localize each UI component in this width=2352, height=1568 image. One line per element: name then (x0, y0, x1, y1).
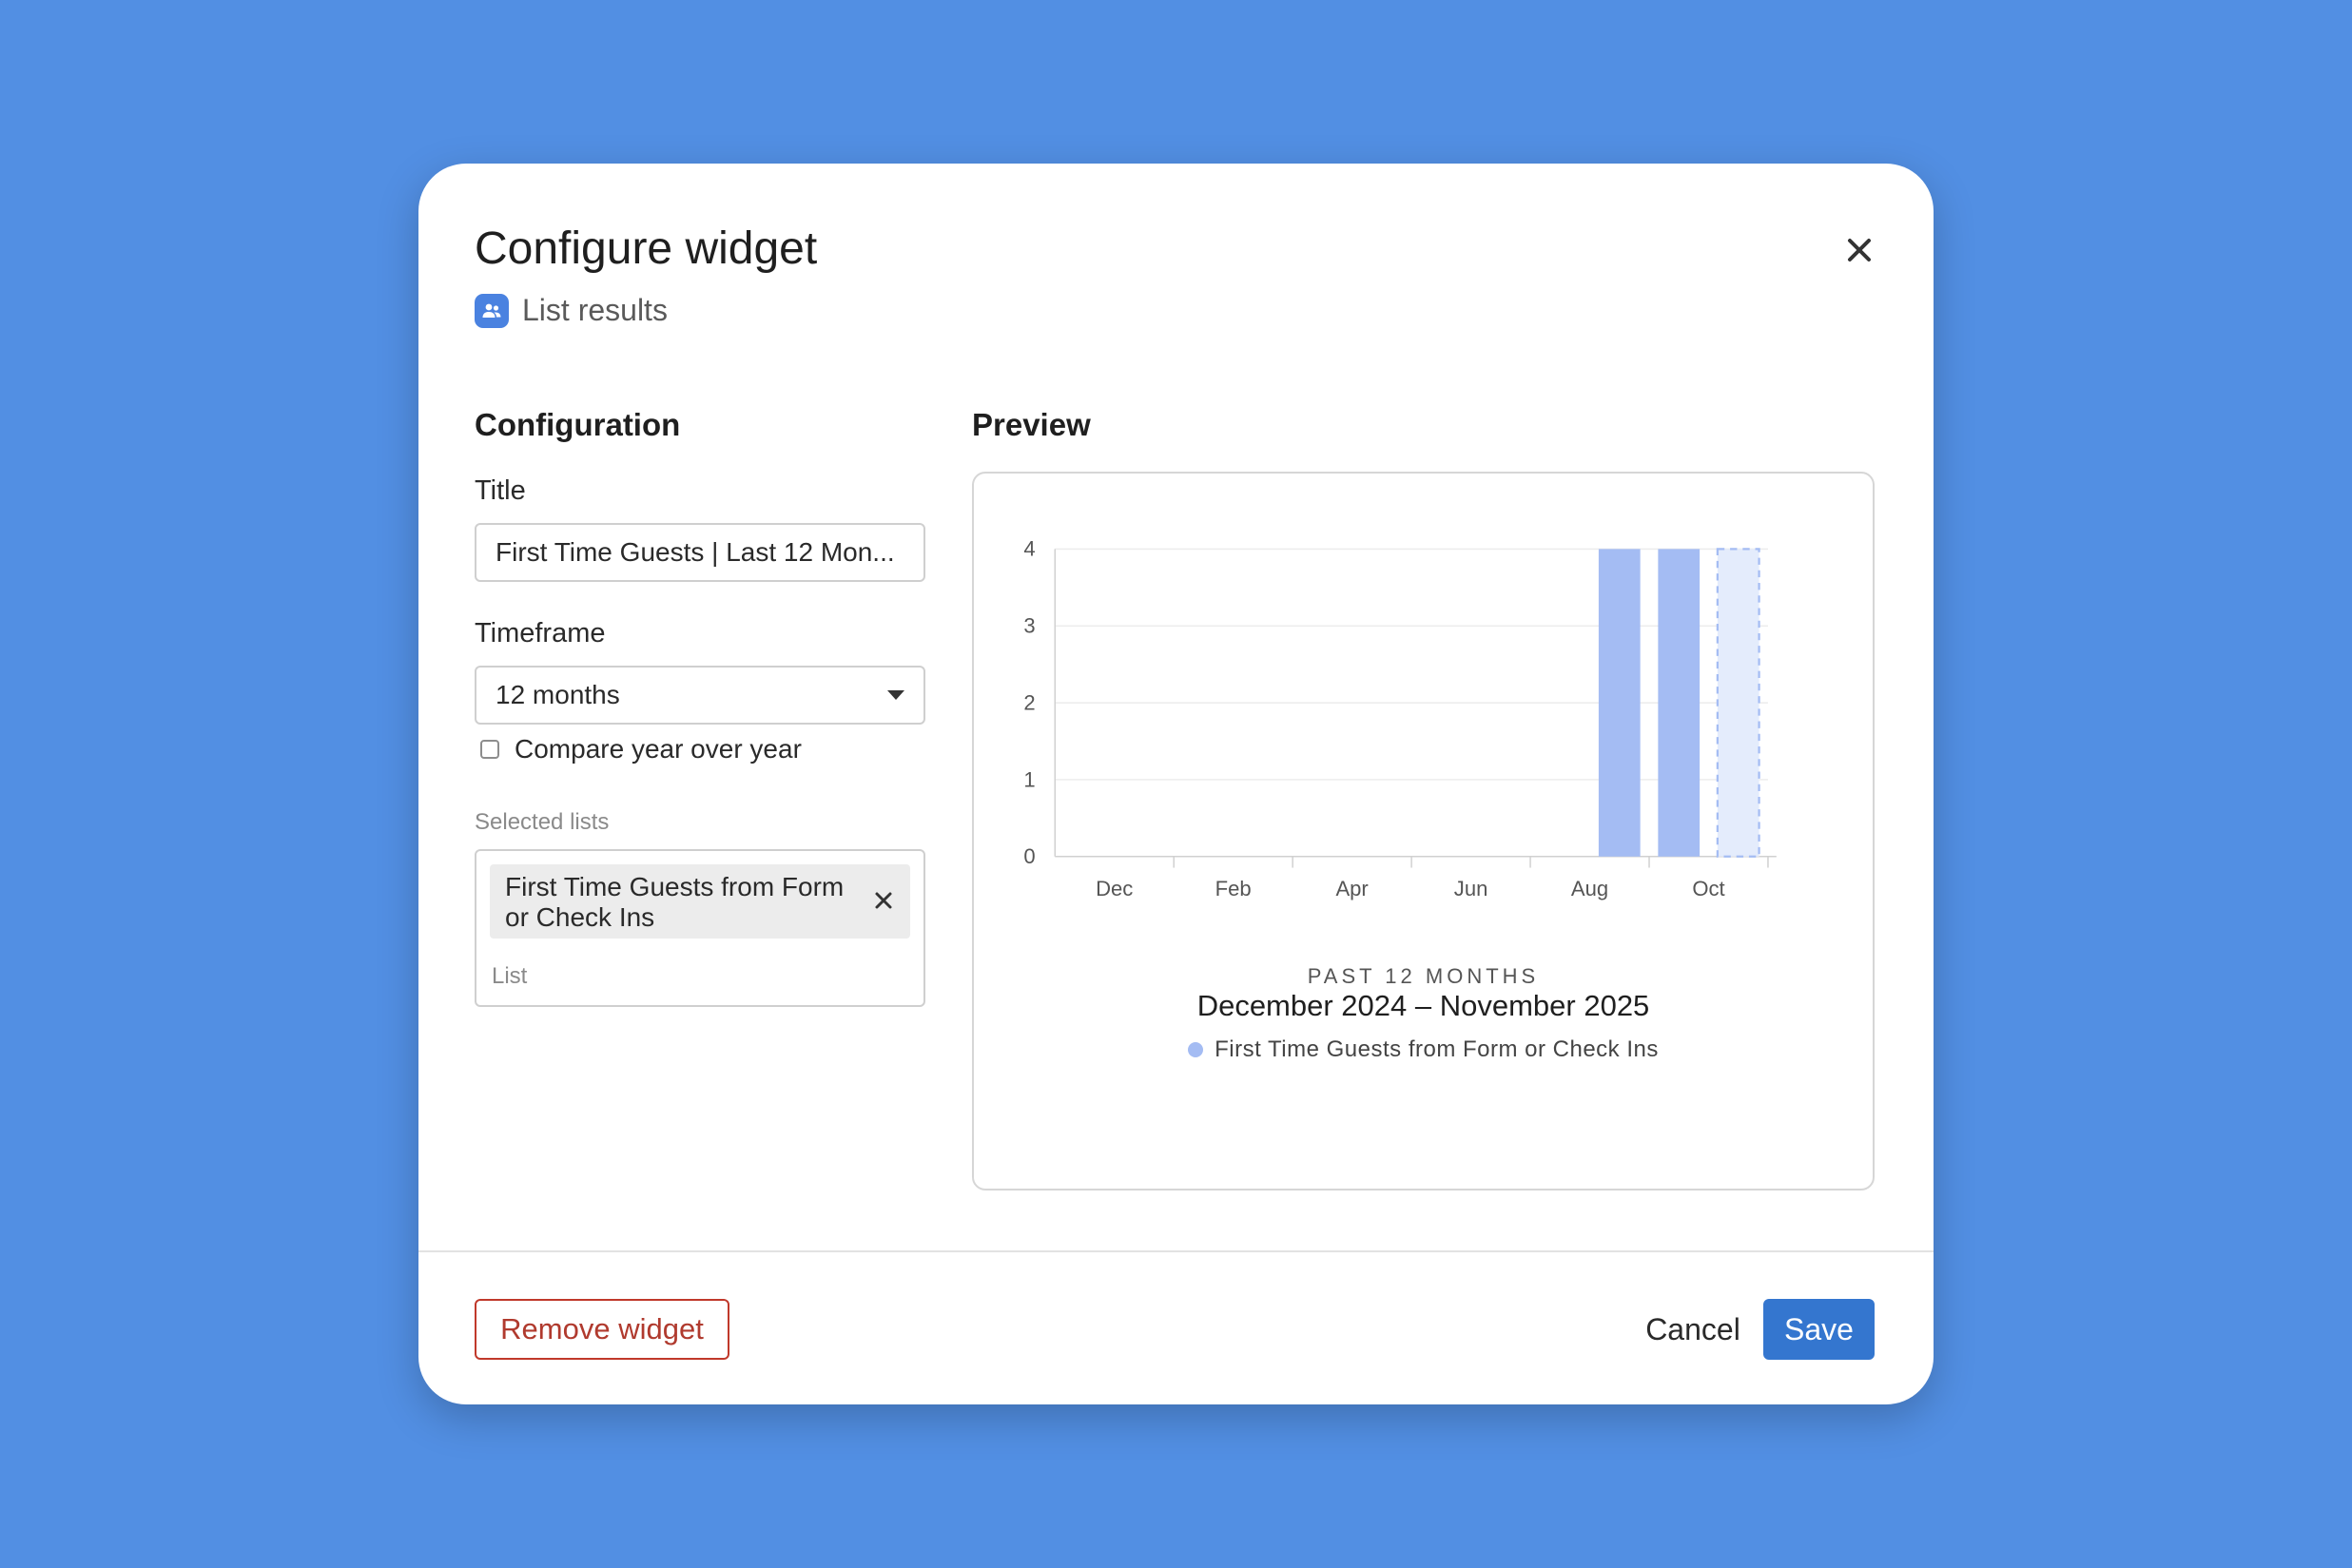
timeframe-value: 12 months (496, 680, 620, 709)
compare-year-over-year[interactable]: Compare year over year (480, 734, 802, 765)
timeframe-label: Timeframe (475, 618, 606, 648)
close-icon (875, 892, 892, 909)
x-tick-label: Jun (1454, 877, 1488, 900)
save-button[interactable]: Save (1763, 1299, 1875, 1360)
x-tick-label: Apr (1335, 877, 1368, 900)
selected-lists-label: Selected lists (475, 809, 610, 835)
list-search-placeholder[interactable]: List (492, 963, 527, 990)
people-icon (475, 293, 509, 328)
bar-oct (1658, 549, 1701, 857)
legend-swatch (1188, 1042, 1204, 1057)
selected-list-chip: First Time Guests from Form or Check Ins (490, 864, 910, 939)
bar-nov (1716, 548, 1760, 858)
title-input[interactable] (475, 523, 925, 582)
configuration-heading: Configuration (475, 407, 681, 442)
widget-type: List results (475, 293, 668, 328)
close-icon (1848, 239, 1871, 261)
period-label: PAST 12 MONTHS (1307, 964, 1540, 988)
x-tick-label: Feb (1215, 877, 1252, 900)
cancel-button[interactable]: Cancel (1622, 1299, 1764, 1360)
caret-down-icon (887, 690, 904, 700)
selected-list-chip-label: First Time Guests from Form or Check Ins (505, 872, 845, 932)
preview-chart: 0 1 2 3 4 Dec Feb Apr Jun Aug Oct (1023, 537, 1777, 900)
timeframe-select[interactable]: 12 months (475, 666, 925, 725)
y-tick-label: 3 (1023, 614, 1035, 638)
preview-card: 0 1 2 3 4 Dec Feb Apr Jun Aug Oct PAST 12 MONTHS D… (972, 472, 1875, 1191)
y-tick-label: 4 (1023, 537, 1035, 561)
chart-legend: First Time Guests from Form or Check Ins (974, 1036, 1873, 1063)
footer-divider (418, 1250, 1934, 1252)
x-tick-label: Dec (1096, 877, 1133, 900)
x-tick-label: Oct (1692, 877, 1724, 900)
compare-checkbox[interactable] (480, 740, 499, 759)
x-tick-label: Aug (1571, 877, 1608, 900)
modal-title: Configure widget (475, 223, 818, 274)
compare-label: Compare year over year (515, 734, 802, 764)
date-range-label: December 2024 – November 2025 (1196, 989, 1650, 1022)
preview-heading: Preview (972, 407, 1091, 442)
configure-widget-modal: Configure widget List results Configurat… (418, 164, 1934, 1404)
remove-list-button[interactable] (870, 887, 897, 914)
bar-sep (1598, 549, 1641, 857)
selected-lists-field[interactable]: First Time Guests from Form or Check Ins… (475, 849, 925, 1007)
remove-widget-button[interactable]: Remove widget (475, 1299, 729, 1360)
title-label: Title (475, 475, 526, 506)
legend-label: First Time Guests from Form or Check Ins (1215, 1036, 1659, 1062)
widget-type-label: List results (522, 293, 668, 327)
chart-plot: 0 1 2 3 4 Dec Feb Apr Jun Aug Oct (1023, 537, 1777, 900)
y-tick-label: 1 (1023, 767, 1035, 791)
y-tick-label: 2 (1023, 690, 1035, 714)
close-button[interactable] (1837, 228, 1881, 272)
y-tick-label: 0 (1023, 844, 1035, 868)
